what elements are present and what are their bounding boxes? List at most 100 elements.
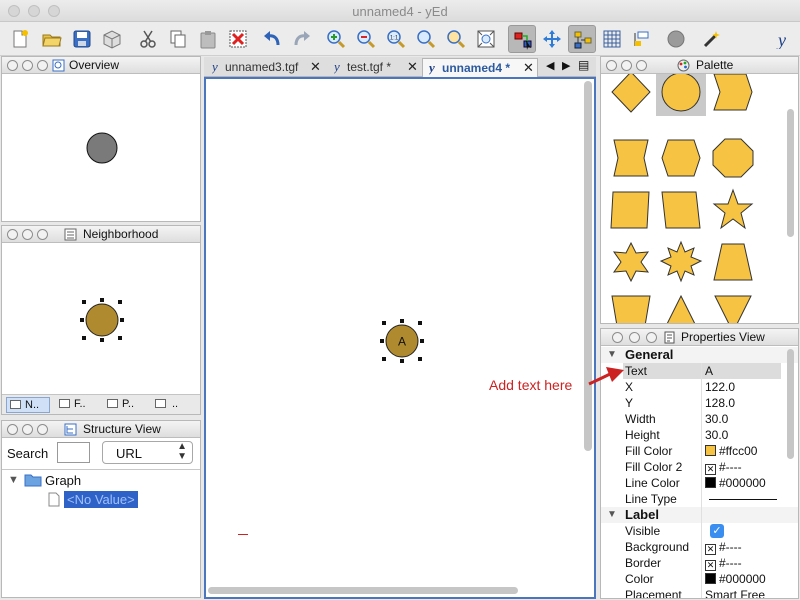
- shape-trapezoid[interactable]: [708, 238, 758, 286]
- group-label[interactable]: ▼ Label: [601, 507, 798, 523]
- hierarchy-mode-button[interactable]: [568, 25, 596, 53]
- pan-mode-button[interactable]: [538, 25, 566, 53]
- visible-checkbox[interactable]: ✓: [710, 524, 724, 538]
- shape-hexagon-flat[interactable]: [656, 134, 706, 182]
- save-button[interactable]: [68, 25, 96, 53]
- paste-button[interactable]: [194, 25, 222, 53]
- panel-minimize-button[interactable]: [629, 332, 640, 343]
- panel-close-button[interactable]: [7, 60, 18, 71]
- palette-title: Palette: [696, 58, 734, 72]
- panel-close-button[interactable]: [7, 229, 18, 240]
- undo-button[interactable]: [258, 25, 286, 53]
- tree-expand-icon[interactable]: ▼: [8, 474, 19, 486]
- undo-icon: [264, 31, 280, 46]
- copy-button[interactable]: [164, 25, 192, 53]
- tree-root-label[interactable]: Graph: [45, 473, 81, 488]
- tab-scroll-left-icon[interactable]: ◀: [546, 59, 554, 72]
- prop-border[interactable]: Border ✕ #----: [623, 555, 781, 571]
- brain-icon: [667, 30, 685, 48]
- search-scope-select[interactable]: URL ▲ ▼: [102, 441, 193, 464]
- subtab-label: P..: [122, 398, 135, 410]
- panel-close-button[interactable]: [606, 60, 617, 71]
- shape-star5[interactable]: [708, 186, 758, 234]
- panel-close-button[interactable]: [7, 424, 18, 435]
- group-general[interactable]: ▼ General: [601, 347, 798, 363]
- graph-node-a[interactable]: A: [378, 317, 426, 365]
- cut-button[interactable]: [134, 25, 162, 53]
- close-tab-icon[interactable]: ✕: [523, 60, 534, 76]
- redo-button[interactable]: [288, 25, 316, 53]
- panel-minimize-button[interactable]: [22, 60, 33, 71]
- prop-width[interactable]: Width 30.0: [623, 411, 781, 427]
- prop-fill-color-2[interactable]: Fill Color 2 ✕ #----: [623, 459, 781, 475]
- tab-scroll-right-icon[interactable]: ▶: [562, 59, 570, 72]
- tree-child-selected[interactable]: <No Value>: [64, 491, 138, 508]
- zoom-in-button[interactable]: [322, 25, 350, 53]
- panel-maximize-button[interactable]: [37, 60, 48, 71]
- plugin-button[interactable]: [662, 25, 690, 53]
- zoom-selection-button[interactable]: [442, 25, 470, 53]
- properties-scrollbar[interactable]: [787, 349, 794, 459]
- shape-diamond[interactable]: [606, 74, 656, 116]
- grid-button[interactable]: [598, 25, 626, 53]
- shape-parallelogram-bulge[interactable]: [606, 134, 656, 182]
- neighborhood-node[interactable]: [78, 296, 126, 344]
- export-button[interactable]: [98, 25, 126, 53]
- panel-maximize-button[interactable]: [37, 229, 48, 240]
- tab-unnamed4[interactable]: y unnamed4 * ✕: [422, 58, 538, 77]
- shape-triangle[interactable]: [656, 290, 706, 323]
- palette-scrollbar[interactable]: [787, 109, 794, 237]
- prop-placement[interactable]: Placement Smart Free: [623, 587, 781, 598]
- prop-text[interactable]: Text A: [623, 363, 781, 379]
- prop-x[interactable]: X 122.0: [623, 379, 781, 395]
- panel-minimize-button[interactable]: [22, 229, 33, 240]
- subtab-f[interactable]: F..: [56, 397, 100, 413]
- close-tab-icon[interactable]: ✕: [310, 59, 321, 75]
- shape-parallelogram[interactable]: [656, 186, 706, 234]
- delete-button[interactable]: [224, 25, 252, 53]
- shape-trapezoid-inverted[interactable]: [606, 290, 656, 323]
- search-input[interactable]: [57, 442, 90, 463]
- vertical-scrollbar[interactable]: [584, 81, 592, 451]
- structure-tree: ▼ Graph <No Value>: [2, 469, 200, 597]
- new-document-button[interactable]: [6, 25, 34, 53]
- horizontal-scrollbar[interactable]: [208, 587, 518, 594]
- zoom-out-button[interactable]: [352, 25, 380, 53]
- shape-triangle-down[interactable]: [708, 290, 758, 323]
- shape-fatarrow[interactable]: [708, 74, 758, 116]
- prop-label-color[interactable]: Color #000000: [623, 571, 781, 587]
- prop-line-type[interactable]: Line Type: [623, 491, 781, 507]
- prop-visible[interactable]: Visible ✓: [623, 523, 781, 539]
- snap-button[interactable]: [628, 25, 656, 53]
- edit-mode-button[interactable]: [508, 25, 536, 53]
- prop-fill-color[interactable]: Fill Color #ffcc00: [623, 443, 781, 459]
- subtab-p[interactable]: P..: [104, 397, 148, 413]
- subtab-neighborhood[interactable]: N..: [6, 397, 50, 413]
- prop-background[interactable]: Background ✕ #----: [623, 539, 781, 555]
- tab-unnamed3[interactable]: y unnamed3.tgf ✕: [206, 58, 324, 77]
- panel-minimize-button[interactable]: [22, 424, 33, 435]
- shape-rectangle[interactable]: [606, 186, 656, 234]
- zoom-actual-button[interactable]: 1:1: [382, 25, 410, 53]
- subtab-more[interactable]: ..: [152, 397, 196, 413]
- graph-canvas[interactable]: A: [204, 77, 596, 599]
- open-button[interactable]: [38, 25, 66, 53]
- panel-maximize-button[interactable]: [37, 424, 48, 435]
- tab-list-icon[interactable]: ▤: [578, 58, 589, 72]
- zoom-fit-button[interactable]: [412, 25, 440, 53]
- shape-ellipse-selected[interactable]: [656, 74, 706, 116]
- shape-star6[interactable]: [606, 238, 656, 286]
- prop-line-color[interactable]: Line Color #000000: [623, 475, 781, 491]
- magic-wand-button[interactable]: [698, 25, 726, 53]
- prop-y[interactable]: Y 128.0: [623, 395, 781, 411]
- panel-close-button[interactable]: [612, 332, 623, 343]
- shape-star8[interactable]: [656, 238, 706, 286]
- panel-maximize-button[interactable]: [646, 332, 657, 343]
- tab-test[interactable]: y test.tgf * ✕: [328, 58, 420, 77]
- prop-height[interactable]: Height 30.0: [623, 427, 781, 443]
- panel-maximize-button[interactable]: [636, 60, 647, 71]
- shape-octagon[interactable]: [708, 134, 758, 182]
- panel-minimize-button[interactable]: [621, 60, 632, 71]
- close-tab-icon[interactable]: ✕: [407, 59, 418, 75]
- fit-content-button[interactable]: [472, 25, 500, 53]
